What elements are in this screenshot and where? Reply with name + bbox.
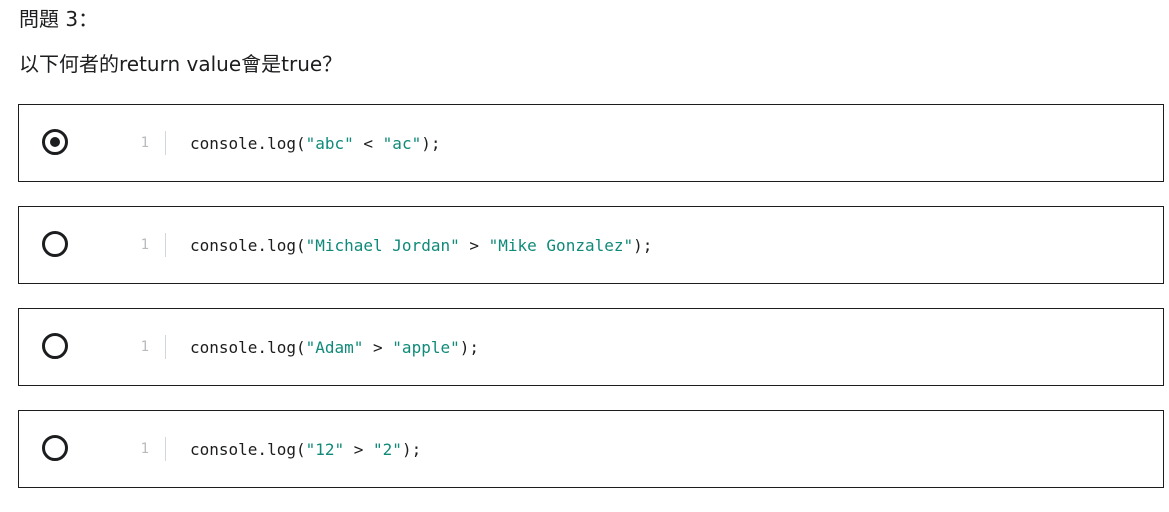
radio-button-icon[interactable] — [42, 333, 68, 359]
code-right-string: "ac" — [382, 133, 422, 153]
code-left-string: "12" — [305, 439, 345, 459]
code-snippet: 1 console.log("12" > "2"); — [136, 435, 421, 463]
question-prompt: 以下何者的return value會是true？ — [19, 52, 343, 76]
code-operator: > — [459, 235, 489, 255]
radio-button-icon[interactable] — [42, 435, 68, 461]
question-title: 問題 3： — [19, 7, 99, 31]
code-snippet: 1 console.log("abc" < "ac"); — [136, 129, 440, 157]
code-prefix: console.log( — [190, 235, 306, 255]
gutter-divider — [165, 131, 166, 155]
answer-option-4[interactable]: 1 console.log("12" > "2"); — [18, 410, 1164, 488]
code-left-string: "Michael Jordan" — [305, 235, 460, 255]
code-suffix: ); — [421, 133, 441, 153]
code-right-string: "apple" — [392, 337, 460, 357]
line-number: 1 — [140, 441, 149, 457]
code-suffix: ); — [633, 235, 653, 255]
code-operator: < — [353, 133, 383, 153]
code-snippet: 1 console.log("Adam" > "apple"); — [136, 333, 479, 361]
answer-options: 1 console.log("abc" < "ac"); 1 console.l… — [18, 104, 1164, 512]
radio-dot — [50, 137, 60, 147]
code-right-string: "Mike Gonzalez" — [488, 235, 634, 255]
gutter-divider — [165, 233, 166, 257]
code-snippet: 1 console.log("Michael Jordan" > "Mike G… — [136, 231, 652, 259]
answer-option-2[interactable]: 1 console.log("Michael Jordan" > "Mike G… — [18, 206, 1164, 284]
code-right-string: "2" — [373, 439, 402, 459]
line-number: 1 — [140, 135, 149, 151]
gutter-divider — [165, 437, 166, 461]
code-operator: > — [363, 337, 393, 357]
gutter-divider — [165, 335, 166, 359]
line-number: 1 — [140, 339, 149, 355]
code-left-string: "Adam" — [305, 337, 364, 357]
code-suffix: ); — [459, 337, 479, 357]
code-operator: > — [344, 439, 374, 459]
code-prefix: console.log( — [190, 133, 306, 153]
answer-option-3[interactable]: 1 console.log("Adam" > "apple"); — [18, 308, 1164, 386]
radio-button-checked-icon[interactable] — [42, 129, 68, 155]
code-prefix: console.log( — [190, 337, 306, 357]
code-suffix: ); — [401, 439, 422, 459]
line-number: 1 — [140, 237, 149, 253]
code-left-string: "abc" — [305, 133, 354, 153]
answer-option-1[interactable]: 1 console.log("abc" < "ac"); — [18, 104, 1164, 182]
radio-button-icon[interactable] — [42, 231, 68, 257]
code-prefix: console.log( — [190, 439, 306, 459]
